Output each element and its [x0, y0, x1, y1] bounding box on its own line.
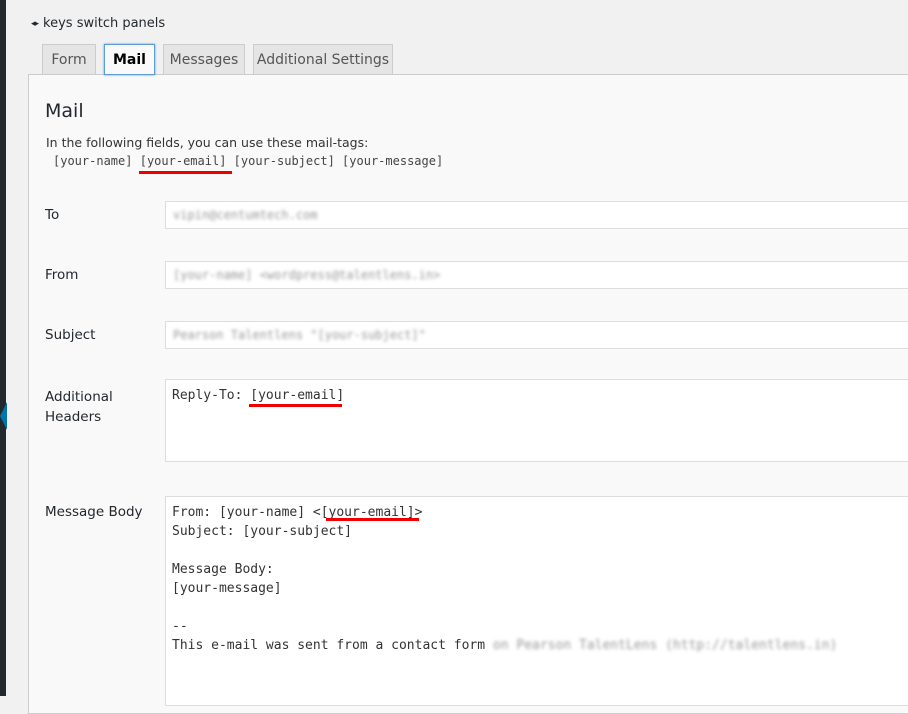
- message-body-textarea[interactable]: From: [your-name] <[your-email]> Subject…: [165, 496, 908, 706]
- mail-tag: [your-email]: [139, 154, 227, 168]
- message-line: Message Body:: [172, 562, 274, 577]
- panel-title: Mail: [45, 100, 84, 122]
- keys-switch-text: keys switch panels: [43, 16, 166, 31]
- to-label: To: [45, 207, 60, 223]
- tab-messages[interactable]: Messages: [163, 44, 245, 74]
- mail-tag: [your-message]: [342, 154, 444, 168]
- tab-form[interactable]: Form: [42, 44, 96, 74]
- mail-tag: [your-name]: [53, 154, 133, 168]
- keys-switch-hint: ◂▸ keys switch panels: [31, 16, 165, 31]
- additional-headers-label: Additional Headers: [45, 387, 113, 427]
- additional-headers-textarea[interactable]: Reply-To: [your-email]: [165, 379, 908, 462]
- highlight-underline: [249, 404, 342, 407]
- subject-label: Subject: [45, 327, 96, 343]
- subject-field-value: Pearson Talentlens "[your-subject]": [173, 328, 426, 342]
- subject-field[interactable]: Pearson Talentlens "[your-subject]": [165, 321, 908, 349]
- from-field-value: [your-name] <wordpress@talentlens.in>: [173, 268, 441, 282]
- from-field[interactable]: [your-name] <wordpress@talentlens.in>: [165, 261, 908, 289]
- message-body-label: Message Body: [45, 504, 143, 520]
- sidebar-current-arrow-icon: [0, 402, 7, 430]
- highlight-underline: [326, 518, 419, 521]
- mail-tags-list: [your-name] [your-email] [your-subject] …: [53, 154, 443, 168]
- tab-additional-settings[interactable]: Additional Settings: [253, 44, 393, 74]
- highlight-underline: [139, 171, 232, 174]
- message-line: Subject: [your-subject]: [172, 524, 353, 539]
- to-field-value: vipin@centumtech.com: [173, 208, 318, 222]
- mail-tag: [your-subject]: [233, 154, 335, 168]
- message-line: --: [172, 619, 188, 634]
- additional-headers-label-line2: Headers: [45, 409, 102, 425]
- left-right-arrows-icon: ◂▸: [31, 19, 39, 29]
- message-line: [your-message]: [172, 581, 282, 596]
- admin-sidebar: [0, 0, 6, 696]
- from-label: From: [45, 267, 79, 283]
- message-line-blurred: on Pearson TalentLens (http://talentlens…: [485, 638, 838, 653]
- to-field[interactable]: vipin@centumtech.com: [165, 201, 908, 229]
- mail-tags-description: In the following fields, you can use the…: [46, 135, 369, 150]
- tab-mail[interactable]: Mail: [104, 44, 155, 75]
- additional-headers-label-line1: Additional: [45, 389, 113, 405]
- message-line: This e-mail was sent from a contact form: [172, 638, 486, 653]
